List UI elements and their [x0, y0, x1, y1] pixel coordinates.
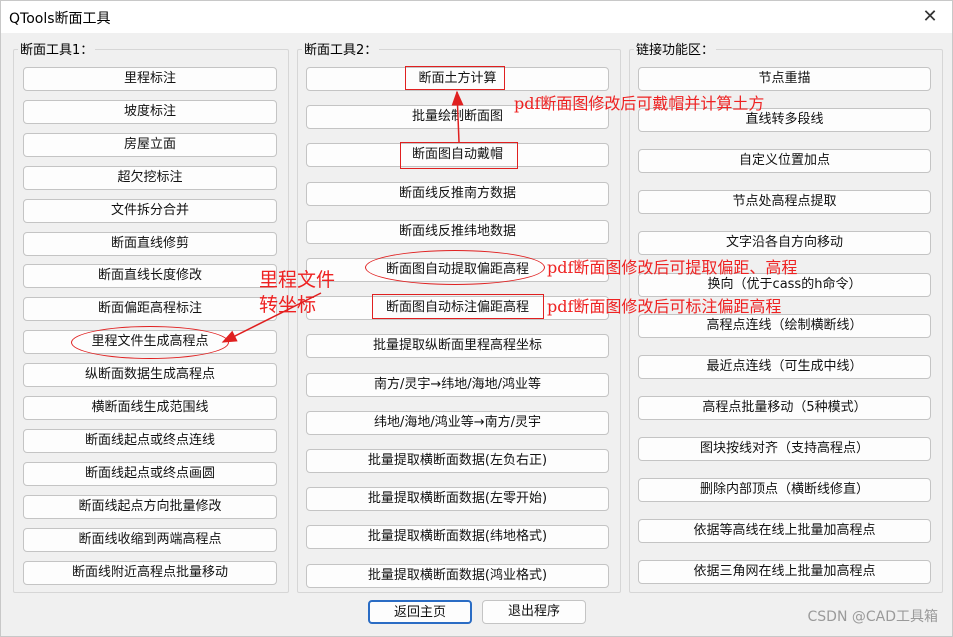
arrow-to-mileage [221, 292, 322, 343]
arrow-to-earthwork [451, 90, 464, 143]
watermark: CSDN @CAD工具箱 [807, 609, 939, 625]
annotation-arrows [221, 90, 464, 343]
main-window: QTools断面工具 ✕ 断面工具1： 断面工具2： 链接功能区： 里程标注 坡度… [0, 0, 953, 637]
